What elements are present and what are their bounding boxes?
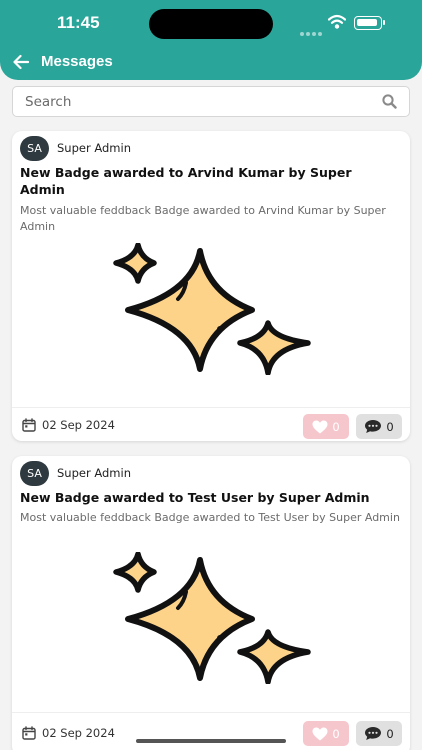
battery-icon xyxy=(354,16,385,30)
search-input[interactable] xyxy=(13,87,373,116)
comment-button[interactable]: 0 xyxy=(356,721,402,746)
comment-icon xyxy=(365,727,382,740)
heart-icon xyxy=(312,727,328,740)
divider xyxy=(12,712,410,713)
wifi-icon xyxy=(328,14,346,29)
calendar-icon xyxy=(22,418,36,432)
search-bar[interactable] xyxy=(12,86,410,117)
message-title: New Badge awarded to Test User by Super … xyxy=(20,490,370,505)
search-icon[interactable] xyxy=(382,94,397,109)
app-header: 11:45 Messages xyxy=(0,0,422,80)
home-indicator[interactable] xyxy=(136,739,286,743)
message-title: New Badge awarded to Arvind Kumar by Sup… xyxy=(20,165,352,197)
divider xyxy=(12,407,410,408)
dynamic-island xyxy=(149,9,273,39)
page-title: Messages xyxy=(41,53,113,70)
message-card[interactable]: SA Super Admin New Badge awarded to Test… xyxy=(12,456,410,750)
message-description: Most valuable feddback Badge awarded to … xyxy=(20,204,386,233)
like-count: 0 xyxy=(332,419,340,434)
author-name: Super Admin xyxy=(57,466,131,480)
comment-count: 0 xyxy=(386,419,394,434)
message-card[interactable]: SA Super Admin New Badge awarded to Arvi… xyxy=(12,131,410,441)
status-time: 11:45 xyxy=(57,13,100,32)
like-button[interactable]: 0 xyxy=(303,414,349,439)
calendar-icon xyxy=(22,726,36,740)
avatar: SA xyxy=(20,461,49,486)
sparkle-icon xyxy=(113,243,311,375)
comment-count: 0 xyxy=(386,726,394,741)
comment-icon xyxy=(365,420,382,433)
comment-button[interactable]: 0 xyxy=(356,414,402,439)
message-date: 02 Sep 2024 xyxy=(42,418,115,432)
sparkle-icon xyxy=(113,552,311,684)
heart-icon xyxy=(312,420,328,433)
date-row: 02 Sep 2024 xyxy=(22,418,115,432)
message-description: Most valuable feddback Badge awarded to … xyxy=(20,511,400,524)
like-button[interactable]: 0 xyxy=(303,721,349,746)
message-date: 02 Sep 2024 xyxy=(42,726,115,740)
like-count: 0 xyxy=(332,726,340,741)
status-icons xyxy=(297,13,397,36)
author-name: Super Admin xyxy=(57,141,131,155)
avatar: SA xyxy=(20,136,49,161)
cellular-signal-icon xyxy=(300,21,324,36)
date-row: 02 Sep 2024 xyxy=(22,726,115,740)
back-arrow-icon[interactable] xyxy=(13,54,29,70)
